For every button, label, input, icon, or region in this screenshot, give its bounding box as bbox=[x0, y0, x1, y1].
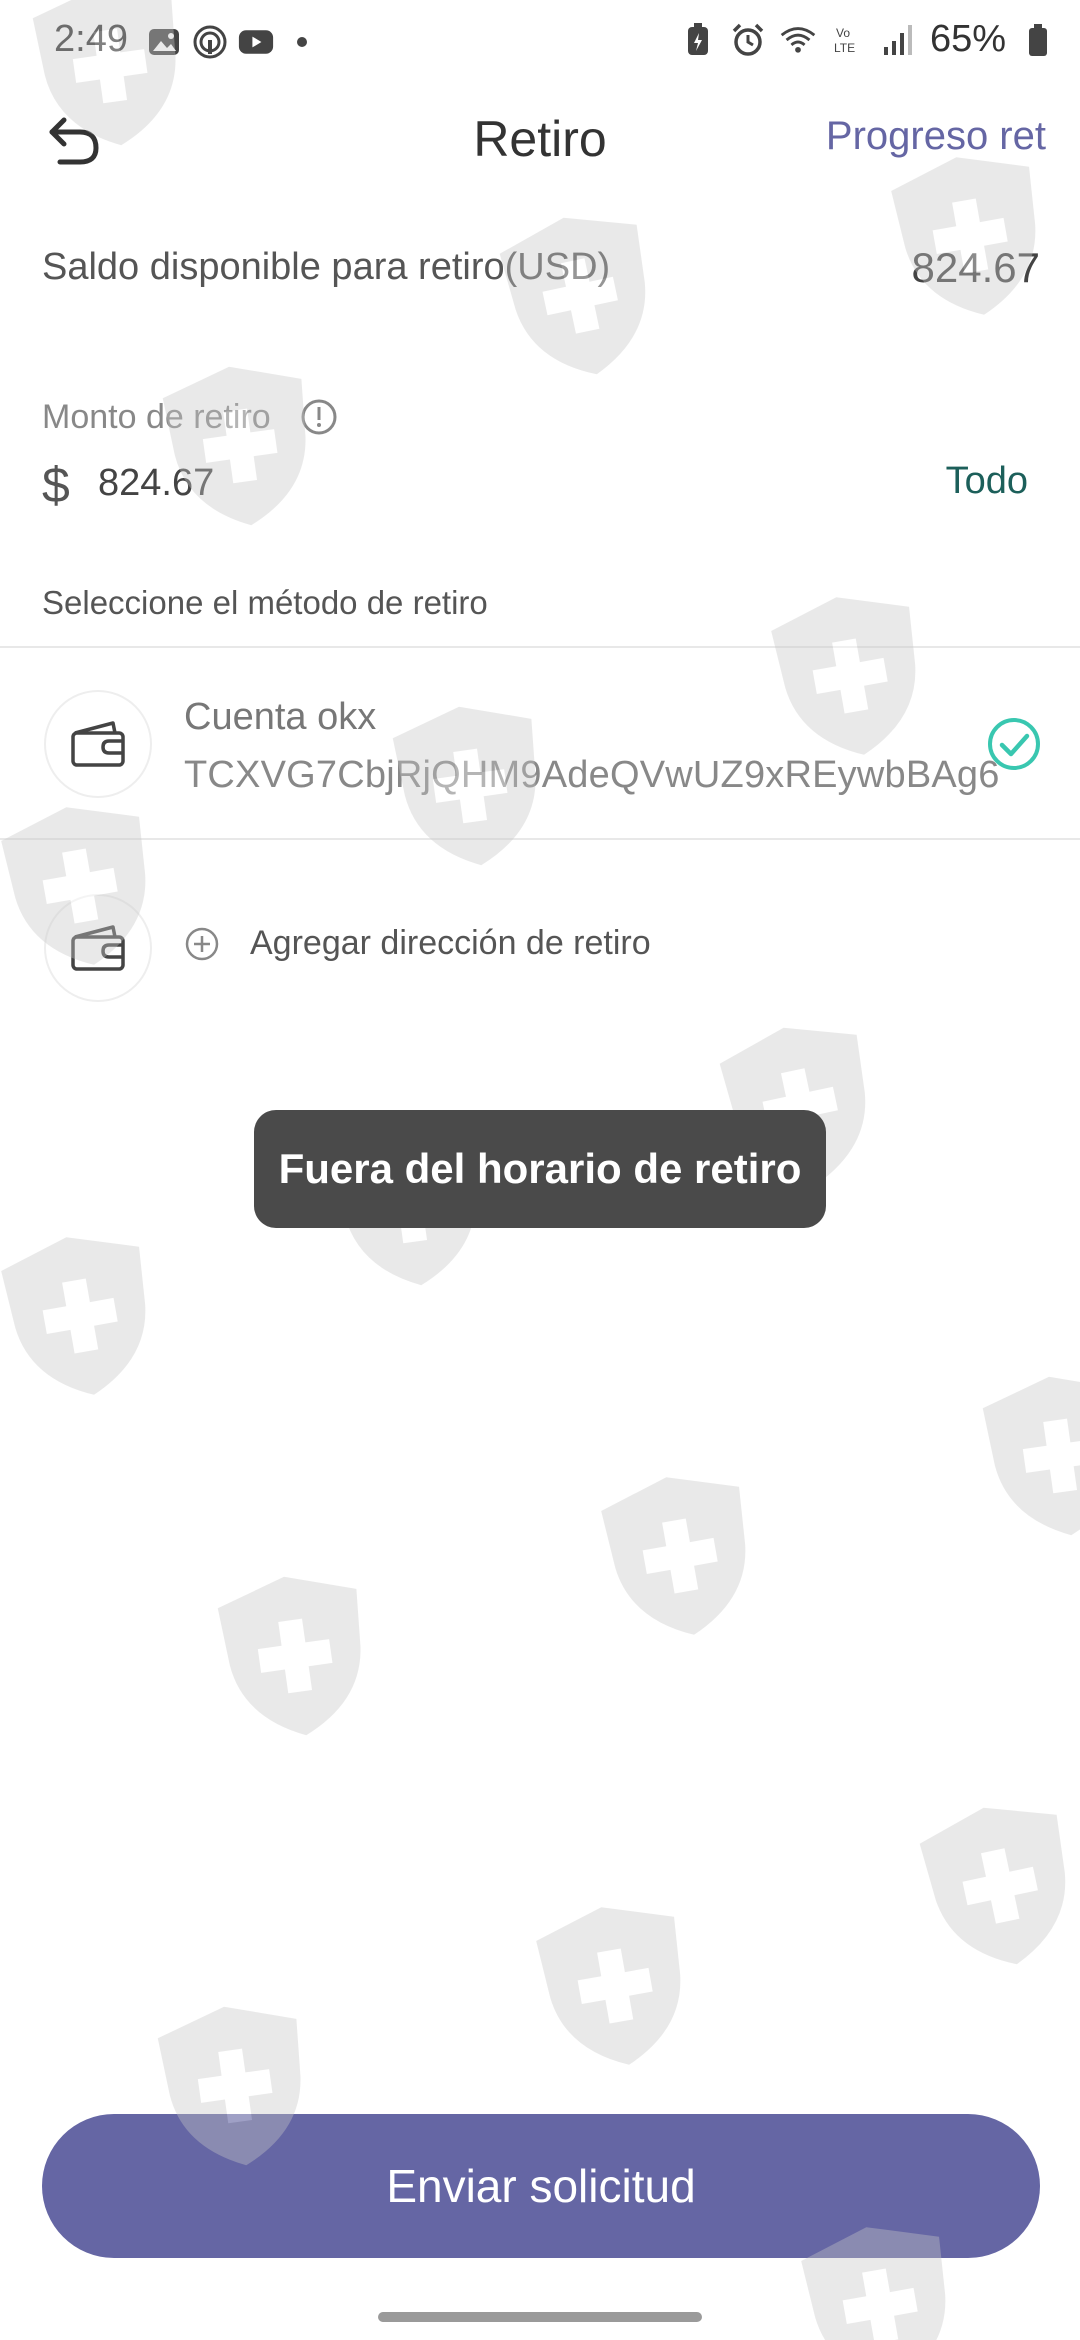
shield-watermark-icon bbox=[521, 1887, 708, 2082]
shield-watermark-icon bbox=[904, 1785, 1080, 1985]
currency-symbol: $ bbox=[42, 457, 70, 513]
withdrawal-amount-label: Monto de retiro bbox=[42, 398, 271, 436]
shield-watermark-icon bbox=[969, 1360, 1080, 1551]
available-balance-value: 824.67 bbox=[911, 244, 1040, 291]
shield-watermark-icon bbox=[756, 577, 943, 772]
toast-message: Fuera del horario de retiro bbox=[254, 1110, 826, 1228]
submit-request-button[interactable]: Enviar solicitud bbox=[42, 2114, 1040, 2258]
divider bbox=[0, 838, 1080, 840]
wallet-avatar bbox=[44, 690, 152, 798]
wifi-icon bbox=[780, 22, 816, 58]
battery-icon bbox=[1020, 22, 1056, 58]
podcast-icon bbox=[192, 24, 228, 60]
info-icon[interactable] bbox=[300, 398, 338, 436]
wallet-icon bbox=[71, 925, 125, 971]
app-header: Retiro Progreso ret bbox=[0, 90, 1080, 190]
svg-text:LTE: LTE bbox=[834, 41, 855, 55]
toast-text: Fuera del horario de retiro bbox=[278, 1145, 802, 1192]
shield-watermark-icon bbox=[149, 350, 331, 541]
add-address-row: Agregar dirección de retiro bbox=[184, 924, 651, 963]
system-icons: Vo LTE 65% bbox=[680, 18, 1056, 61]
add-address-label: Agregar dirección de retiro bbox=[250, 924, 651, 962]
divider bbox=[0, 646, 1080, 648]
check-circle-icon bbox=[986, 716, 1042, 772]
shield-watermark-icon bbox=[0, 1217, 174, 1412]
svg-text:Vo: Vo bbox=[836, 26, 850, 40]
battery-saver-icon bbox=[680, 22, 716, 58]
volte-icon: Vo LTE bbox=[830, 22, 866, 58]
status-time: 2:49 bbox=[54, 18, 128, 60]
alarm-icon bbox=[730, 22, 766, 58]
withdraw-all-button[interactable]: Todo bbox=[946, 460, 1028, 503]
plus-circle-icon bbox=[185, 927, 219, 960]
home-indicator[interactable] bbox=[378, 2312, 702, 2322]
notification-icons bbox=[146, 24, 320, 60]
account-address: TCXVG7CbjRjQHM9AdeQVwUZ9xREywbBAg6 bbox=[184, 754, 1000, 796]
shield-watermark-icon bbox=[204, 1560, 386, 1751]
signal-icon bbox=[880, 22, 916, 58]
withdrawal-progress-link[interactable]: Progreso ret bbox=[826, 114, 1046, 159]
wallet-avatar bbox=[44, 894, 152, 1002]
withdrawal-amount-input[interactable]: 824.67 bbox=[98, 462, 214, 505]
available-balance-label: Saldo disponible para retiro(USD) bbox=[42, 246, 611, 288]
youtube-icon bbox=[238, 24, 274, 60]
shield-watermark-icon bbox=[586, 1457, 773, 1652]
battery-percent: 65% bbox=[929, 18, 1006, 60]
account-name: Cuenta okx bbox=[184, 696, 377, 738]
gallery-icon bbox=[146, 24, 182, 60]
method-section-label: Seleccione el método de retiro bbox=[42, 584, 488, 621]
shield-watermark-icon bbox=[484, 195, 676, 395]
status-bar: 2:49 Vo LTE 65% bbox=[0, 0, 1080, 84]
submit-button-label: Enviar solicitud bbox=[386, 2160, 696, 2212]
dot-icon bbox=[284, 24, 320, 60]
wallet-icon bbox=[71, 721, 125, 767]
